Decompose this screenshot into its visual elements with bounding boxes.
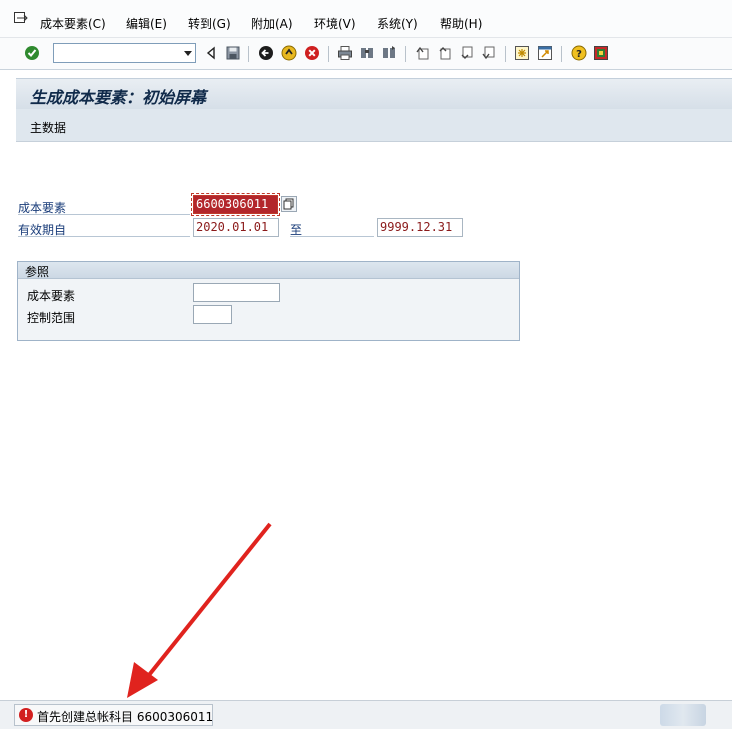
layout-icon[interactable] <box>593 45 609 61</box>
copy-icon[interactable] <box>281 196 297 212</box>
menu-environment[interactable]: 环境(V) <box>314 15 356 32</box>
label-underline <box>18 214 190 215</box>
status-message[interactable]: ! 首先创建总帐科目 6600306011 <box>14 704 213 726</box>
menu-bar: 成本要素(C) 编辑(E) 转到(G) 附加(A) 环境(V) 系统(Y) 帮助… <box>0 0 732 38</box>
cost-element-field[interactable]: 6600306011 <box>191 193 280 216</box>
ref-cost-element-label: 成本要素 <box>27 289 76 303</box>
chevron-down-icon[interactable] <box>184 51 192 56</box>
exit-icon[interactable] <box>281 45 297 61</box>
first-page-icon[interactable] <box>415 45 431 61</box>
create-session-icon[interactable] <box>514 45 530 61</box>
next-page-icon[interactable] <box>459 45 475 61</box>
find-icon[interactable] <box>359 45 375 61</box>
back-green-icon[interactable] <box>258 45 274 61</box>
svg-text:?: ? <box>576 49 582 60</box>
system-info-area <box>660 704 706 726</box>
print-icon[interactable] <box>337 45 353 61</box>
ref-cost-element-field[interactable] <box>193 283 280 302</box>
enter-icon[interactable] <box>24 45 40 61</box>
error-icon: ! <box>19 708 33 722</box>
menu-goto[interactable]: 转到(G) <box>188 15 231 32</box>
application-toolbar: 主数据 <box>16 109 732 142</box>
back-icon[interactable] <box>203 45 219 61</box>
save-icon[interactable] <box>225 45 241 61</box>
app-menu-icon[interactable] <box>14 12 28 24</box>
valid-from-field[interactable]: 2020.01.01 <box>193 218 279 237</box>
toolbar-separator <box>248 46 249 62</box>
screen-title-bar: 生成成本要素：初始屏幕 <box>16 78 732 109</box>
shortcut-icon[interactable] <box>537 45 553 61</box>
find-next-icon[interactable] <box>381 45 397 61</box>
toolbar-separator <box>561 46 562 62</box>
reference-group-title: 参照 <box>25 265 50 279</box>
cancel-icon[interactable] <box>304 45 320 61</box>
menu-help[interactable]: 帮助(H) <box>440 15 482 32</box>
label-underline <box>18 236 190 237</box>
reference-group-header: 参照 <box>18 262 519 279</box>
prev-page-icon[interactable] <box>437 45 453 61</box>
page-title: 生成成本要素：初始屏幕 <box>30 88 207 107</box>
status-bar: ! 首先创建总帐科目 6600306011 <box>0 700 732 729</box>
toolbar-separator <box>505 46 506 62</box>
command-field[interactable] <box>53 43 196 63</box>
controlling-area-label: 控制范围 <box>27 311 76 325</box>
last-page-icon[interactable] <box>481 45 497 61</box>
menu-extras[interactable]: 附加(A) <box>251 15 293 32</box>
reference-group: 参照 成本要素 控制范围 <box>17 261 520 341</box>
menu-cost-element[interactable]: 成本要素(C) <box>40 15 106 32</box>
controlling-area-field[interactable] <box>193 305 232 324</box>
status-message-text: 首先创建总帐科目 6600306011 <box>37 710 214 724</box>
toolbar-separator <box>405 46 406 62</box>
valid-to-field[interactable]: 9999.12.31 <box>377 218 463 237</box>
master-data-button[interactable]: 主数据 <box>30 119 66 136</box>
menu-system[interactable]: 系统(Y) <box>377 15 418 32</box>
help-icon[interactable]: ? <box>571 45 587 61</box>
menu-edit[interactable]: 编辑(E) <box>126 15 167 32</box>
label-underline <box>290 236 374 237</box>
toolbar-separator <box>328 46 329 62</box>
standard-toolbar: ? <box>0 38 732 70</box>
